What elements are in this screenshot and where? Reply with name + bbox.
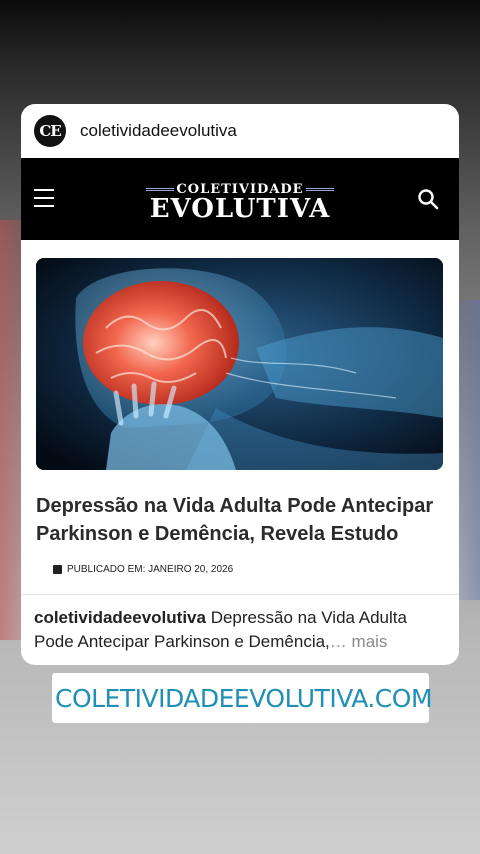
calendar-icon [53, 565, 62, 574]
avatar[interactable]: CE [34, 115, 66, 147]
username[interactable]: coletividadeevolutiva [80, 121, 237, 141]
article-hero-image [36, 258, 443, 470]
site-header-bar: COLETIVIDADE EVOLUTIVA [21, 158, 459, 240]
divider [21, 594, 459, 595]
more-link[interactable]: mais [352, 632, 388, 651]
caption-username[interactable]: coletividadeevolutiva [34, 608, 206, 627]
site-logo-main: EVOLUTIVA [149, 194, 331, 224]
post-header: CE coletividadeevolutiva [21, 104, 459, 158]
article-headline[interactable]: Depressão na Vida Adulta Pode Antecipar … [36, 492, 436, 548]
link-sticker-label: COLETIVIDADEEVOLUTIVA.COM [55, 683, 433, 713]
link-sticker[interactable]: COLETIVIDADEEVOLUTIVA.COM [52, 673, 433, 723]
search-icon[interactable] [417, 188, 439, 210]
shared-post-card[interactable]: CE coletividadeevolutiva COLETIVIDADE EV… [21, 104, 459, 665]
caption-ellipsis: … [329, 632, 347, 651]
post-caption[interactable]: coletividadeevolutiva Depressão na Vida … [34, 606, 448, 654]
publish-date: PUBLICADO EM: JANEIRO 20, 2026 [53, 564, 233, 575]
